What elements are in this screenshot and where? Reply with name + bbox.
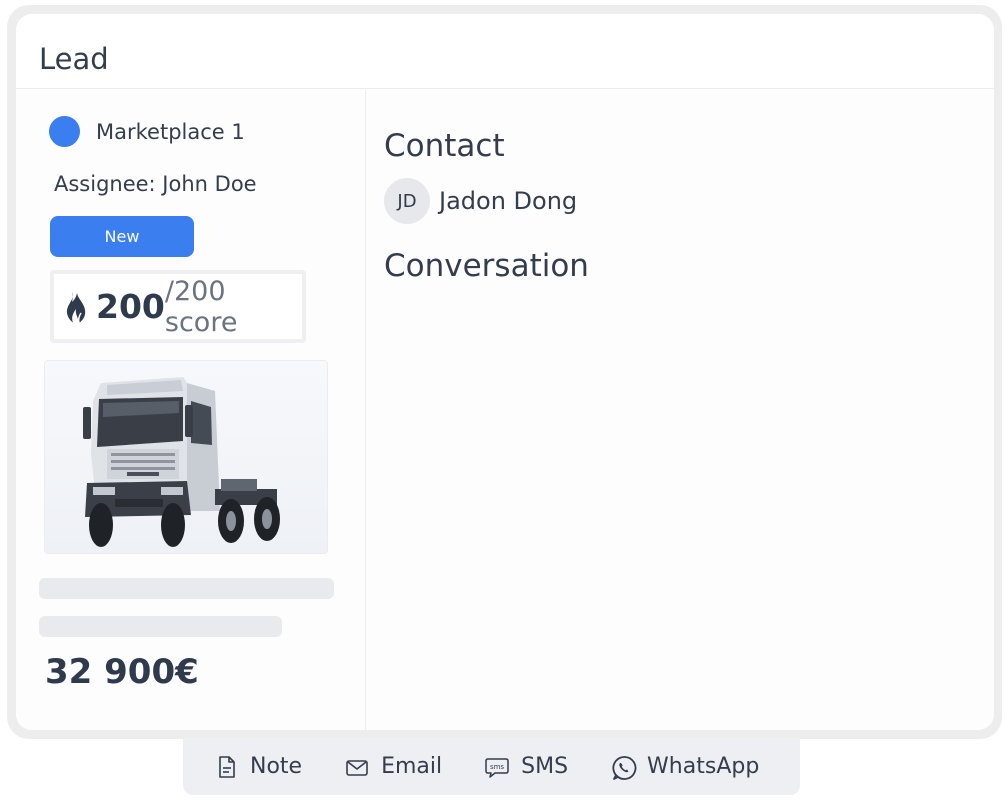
- note-icon: [213, 754, 239, 780]
- note-button[interactable]: Note: [213, 754, 302, 780]
- contact-row[interactable]: JD Jadon Dong: [384, 178, 577, 224]
- lead-card: Lead Marketplace 1 Assignee: John Doe Ne…: [16, 14, 994, 730]
- status-badge[interactable]: New: [50, 216, 194, 257]
- truck-image[interactable]: [44, 360, 328, 554]
- whatsapp-icon: [610, 754, 637, 780]
- marketplace-dot-icon: [49, 116, 80, 147]
- score-total: /200 score: [164, 275, 238, 338]
- sms-label: SMS: [521, 754, 569, 779]
- lead-details-panel: Marketplace 1 Assignee: John Doe New 200…: [16, 90, 366, 730]
- sms-icon: sms: [484, 754, 510, 780]
- score-box: 200 /200 score: [50, 270, 306, 343]
- marketplace-label: Marketplace 1: [96, 119, 245, 144]
- loading-placeholder: [39, 578, 334, 599]
- action-bar: Note Email sms SMS WhatsApp: [183, 738, 800, 795]
- card-header: Lead: [16, 14, 994, 89]
- email-label: Email: [381, 754, 443, 779]
- loading-placeholder: [39, 616, 282, 637]
- sms-button[interactable]: sms SMS: [484, 754, 568, 780]
- conversation-heading: Conversation: [384, 248, 589, 284]
- score-value: 200: [96, 287, 165, 326]
- contact-heading: Contact: [384, 128, 505, 164]
- price-label: 32 900€: [45, 652, 199, 692]
- flame-icon: [62, 289, 92, 325]
- contact-name[interactable]: Jadon Dong: [439, 187, 577, 215]
- svg-text:sms: sms: [490, 763, 504, 771]
- email-icon: [344, 754, 370, 780]
- marketplace-row: Marketplace 1: [49, 116, 245, 147]
- lead-activity-panel: Contact JD Jadon Dong Conversation: [367, 90, 994, 730]
- card-title: Lead: [39, 42, 109, 76]
- assignee-label[interactable]: Assignee: John Doe: [54, 172, 257, 196]
- note-label: Note: [250, 754, 303, 779]
- whatsapp-button[interactable]: WhatsApp: [610, 754, 759, 780]
- email-button[interactable]: Email: [344, 754, 442, 780]
- whatsapp-label: WhatsApp: [647, 754, 760, 779]
- avatar: JD: [384, 178, 430, 224]
